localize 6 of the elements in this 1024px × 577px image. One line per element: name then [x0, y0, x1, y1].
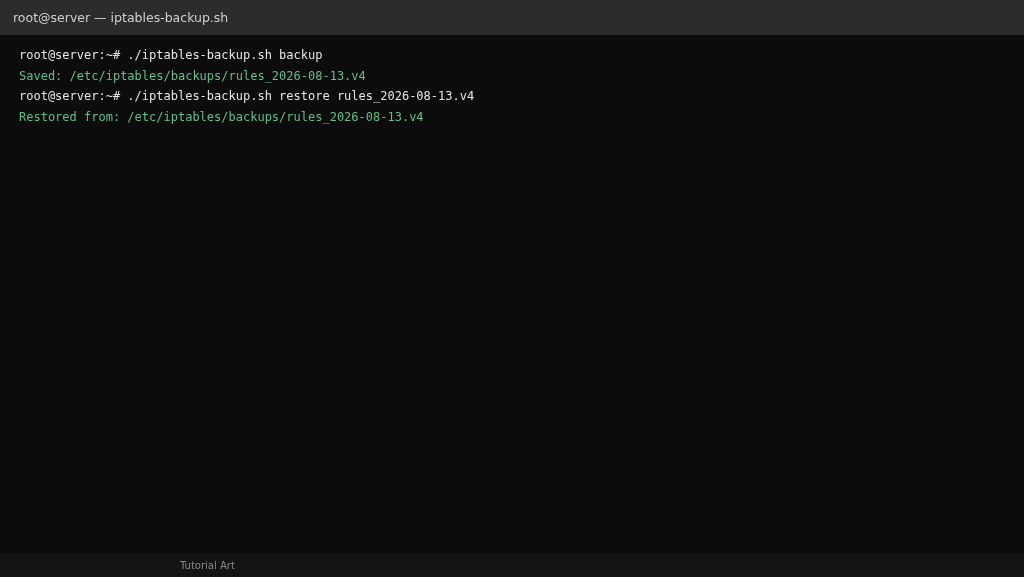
terminal-line: Saved: /etc/iptables/backups/rules_2026-08-13.v4	[19, 67, 366, 85]
terminal-line: root@server:~# ./iptables-backup.sh backup	[19, 47, 323, 64]
terminal-line: root@server:~# ./iptables-backup.sh restore rules_2026-08-13.v4	[19, 88, 475, 105]
window-title: root@server — iptables-backup.sh	[13, 10, 229, 25]
terminal-line: Restored from: /etc/iptables/backups/rules_2026-08-13.v4	[19, 108, 424, 126]
status-text: Tutorial Art	[180, 559, 235, 571]
